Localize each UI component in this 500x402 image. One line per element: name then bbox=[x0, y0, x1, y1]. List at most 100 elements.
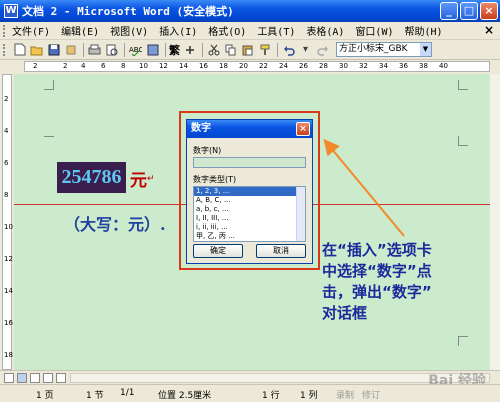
new-document-icon[interactable] bbox=[12, 42, 27, 57]
reading-view-icon[interactable] bbox=[56, 373, 66, 383]
document-close-icon[interactable]: × bbox=[484, 23, 494, 37]
ruler-number: 8 bbox=[121, 62, 126, 70]
list-item[interactable]: i, ii, iii, ... bbox=[194, 223, 297, 232]
menu-file[interactable]: 文件(F) bbox=[12, 23, 50, 38]
svg-text:ABC: ABC bbox=[129, 46, 142, 54]
dialog-title-bar[interactable]: 数字 × bbox=[187, 120, 312, 138]
print-icon[interactable] bbox=[87, 42, 102, 57]
status-revise[interactable]: 修订 bbox=[362, 388, 380, 401]
list-item[interactable]: a, b, c, ... bbox=[194, 205, 297, 214]
ruler-number: 10 bbox=[4, 223, 13, 231]
annotation-line: 中选择“数字”点 bbox=[322, 262, 432, 280]
toolbar-separator bbox=[165, 42, 166, 57]
cut-icon[interactable] bbox=[206, 42, 221, 57]
toolbar-grip-handle[interactable] bbox=[3, 43, 6, 56]
spelling-icon[interactable]: ABC bbox=[128, 42, 143, 57]
maximize-button[interactable]: □ bbox=[460, 2, 478, 20]
web-view-icon[interactable] bbox=[17, 373, 27, 383]
ruler-number: 16 bbox=[199, 62, 208, 70]
status-record[interactable]: 录制 bbox=[336, 388, 354, 401]
open-folder-icon[interactable] bbox=[29, 42, 44, 57]
simplified-chinese-icon[interactable] bbox=[182, 42, 197, 57]
save-icon[interactable] bbox=[46, 42, 61, 57]
status-position: 位置 2.5厘米 bbox=[158, 391, 212, 401]
traditional-chinese-button[interactable]: 繁 bbox=[169, 42, 180, 58]
undo-icon[interactable] bbox=[281, 42, 296, 57]
chevron-down-icon[interactable]: ▼ bbox=[420, 43, 431, 56]
menu-insert[interactable]: 插入(I) bbox=[159, 23, 197, 38]
outline-view-icon[interactable] bbox=[43, 373, 53, 383]
menu-edit[interactable]: 编辑(E) bbox=[61, 23, 99, 38]
title-bar: W 文档 2 - Microsoft Word (安全模式) _ □ × bbox=[0, 0, 500, 22]
vertical-ruler[interactable]: 2 4 6 8 10 12 14 16 18 bbox=[2, 74, 13, 370]
list-item[interactable]: 1, 2, 3, ... bbox=[194, 187, 297, 196]
vertical-scrollbar[interactable] bbox=[490, 74, 500, 370]
menu-bar: 文件(F) 编辑(E) 视图(V) 插入(I) 格式(O) 工具(T) 表格(A… bbox=[0, 22, 500, 40]
menu-view[interactable]: 视图(V) bbox=[110, 23, 148, 38]
number-label: 数字(N) bbox=[193, 146, 222, 155]
ruler-number: 18 bbox=[4, 351, 13, 359]
number-dialog: 数字 × 数字(N) 数字类型(T) 1, 2, 3, ... A, B, C,… bbox=[186, 119, 313, 264]
print-view-icon[interactable] bbox=[30, 373, 40, 383]
ruler-number: 34 bbox=[379, 62, 388, 70]
dialog-close-button[interactable]: × bbox=[296, 122, 310, 136]
annotation-text: 在“插入”选项卡 中选择“数字”点 击，弹出“数字” 对话框 bbox=[322, 240, 492, 324]
ruler-number: 36 bbox=[399, 62, 408, 70]
status-column: 1 列 bbox=[300, 391, 318, 401]
normal-view-icon[interactable] bbox=[4, 373, 14, 383]
undo-dropdown-icon[interactable]: ▾ bbox=[298, 42, 313, 57]
ruler-number: 4 bbox=[81, 62, 86, 70]
ruler-number: 16 bbox=[4, 319, 13, 327]
ruler-number: 2 bbox=[63, 62, 68, 70]
minimize-button[interactable]: _ bbox=[440, 2, 458, 20]
ruler-number: 14 bbox=[4, 287, 13, 295]
ruler-number: 28 bbox=[319, 62, 328, 70]
menu-tools[interactable]: 工具(T) bbox=[257, 23, 295, 38]
redo-icon[interactable] bbox=[315, 42, 330, 57]
annotation-line: 对话框 bbox=[322, 304, 368, 322]
paste-icon[interactable] bbox=[240, 42, 255, 57]
status-page: 1 页 bbox=[36, 391, 54, 401]
menu-table[interactable]: 表格(A) bbox=[306, 23, 344, 38]
cancel-button[interactable]: 取消 bbox=[256, 244, 306, 258]
ruler-number: 26 bbox=[299, 62, 308, 70]
ruler-number: 18 bbox=[219, 62, 228, 70]
menu-window[interactable]: 窗口(W) bbox=[355, 23, 393, 38]
list-item[interactable]: I, II, III, ... bbox=[194, 214, 297, 223]
ruler-number: 24 bbox=[279, 62, 288, 70]
print-preview-icon[interactable] bbox=[104, 42, 119, 57]
ruler-number: 20 bbox=[239, 62, 248, 70]
ruler-number: 4 bbox=[4, 127, 9, 135]
view-bar bbox=[0, 370, 500, 384]
number-input[interactable] bbox=[193, 157, 306, 168]
list-item[interactable]: A, B, C, ... bbox=[194, 196, 297, 205]
research-icon[interactable] bbox=[145, 42, 160, 57]
ruler-number: 6 bbox=[4, 159, 9, 167]
window-title: 文档 2 - Microsoft Word (安全模式) bbox=[22, 5, 234, 18]
menu-grip-handle[interactable] bbox=[3, 24, 6, 37]
menu-format[interactable]: 格式(O) bbox=[208, 23, 246, 38]
menu-help[interactable]: 帮助(H) bbox=[405, 23, 443, 38]
toolbar-separator bbox=[277, 42, 278, 57]
ruler-number: 30 bbox=[339, 62, 348, 70]
copy-icon[interactable] bbox=[223, 42, 238, 57]
font-name-dropdown[interactable]: 方正小标宋_GBK ▼ bbox=[336, 42, 432, 57]
number-type-list[interactable]: 1, 2, 3, ... A, B, C, ... a, b, c, ... I… bbox=[193, 186, 306, 242]
horizontal-ruler[interactable]: 2 2 4 6 8 10 12 14 16 18 20 22 24 26 28 … bbox=[24, 61, 490, 72]
ruler-number: 6 bbox=[101, 62, 106, 70]
ok-button[interactable]: 确定 bbox=[193, 244, 243, 258]
ruler-number: 14 bbox=[179, 62, 188, 70]
permission-icon[interactable] bbox=[63, 42, 78, 57]
status-page-of: 1/1 bbox=[120, 388, 135, 398]
font-name-value: 方正小标宋_GBK bbox=[339, 44, 408, 54]
standard-toolbar: ABC 繁 ▾ ▾ » 方正小标宋_GBK ▼ bbox=[0, 40, 500, 60]
list-item[interactable]: 甲, 乙, 丙 ... bbox=[194, 232, 297, 241]
word-app-icon: W bbox=[4, 4, 18, 18]
annotation-line: 击，弹出“数字” bbox=[322, 283, 432, 301]
status-section: 1 节 bbox=[86, 391, 104, 401]
format-painter-icon[interactable] bbox=[257, 42, 272, 57]
ruler-number: 12 bbox=[4, 255, 13, 263]
list-scrollbar[interactable] bbox=[296, 187, 305, 241]
close-window-button[interactable]: × bbox=[480, 2, 498, 20]
horizontal-scrollbar[interactable] bbox=[70, 373, 490, 383]
